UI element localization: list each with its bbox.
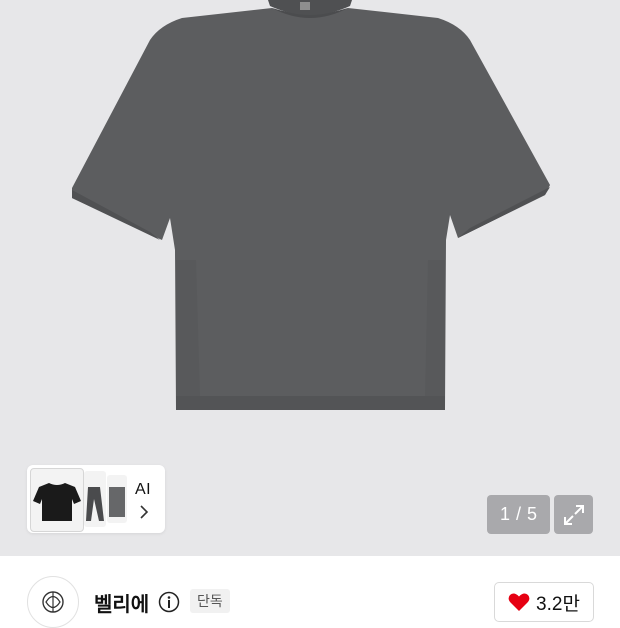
brand-logo-icon: [42, 591, 64, 613]
expand-image-button[interactable]: [554, 495, 593, 534]
current-page: 1: [499, 504, 510, 524]
thumbnail-gray-tshirt[interactable]: [107, 475, 127, 523]
brand-row: 벨리에 단독 3.2만: [0, 556, 620, 628]
info-icon[interactable]: [158, 591, 180, 613]
like-button[interactable]: 3.2만: [494, 582, 594, 622]
like-count: 3.2만: [536, 593, 580, 615]
brand-name[interactable]: 벨리에: [94, 588, 149, 617]
chevron-right-icon: [140, 505, 149, 519]
tshirt-body: [72, 8, 550, 410]
heart-icon: [508, 593, 530, 611]
thumbnail-black-tshirt[interactable]: [30, 468, 84, 532]
tshirt-thumb-icon: [33, 483, 81, 521]
brand-logo[interactable]: [27, 576, 79, 628]
pants-thumb-icon: [86, 487, 104, 521]
total-pages: 5: [527, 504, 538, 524]
page-separator: /: [515, 504, 521, 524]
exclusive-badge: 단독: [190, 589, 230, 613]
thumbnail-pants[interactable]: [84, 471, 106, 527]
ai-label: AI: [135, 481, 152, 498]
tshirt-thumb-icon: [109, 487, 125, 517]
expand-arrows-icon: [563, 504, 584, 525]
product-image-gallery[interactable]: AI 1 / 5: [0, 0, 620, 556]
ai-recommendation-card[interactable]: AI: [27, 465, 165, 533]
image-page-counter: 1 / 5: [487, 495, 550, 534]
